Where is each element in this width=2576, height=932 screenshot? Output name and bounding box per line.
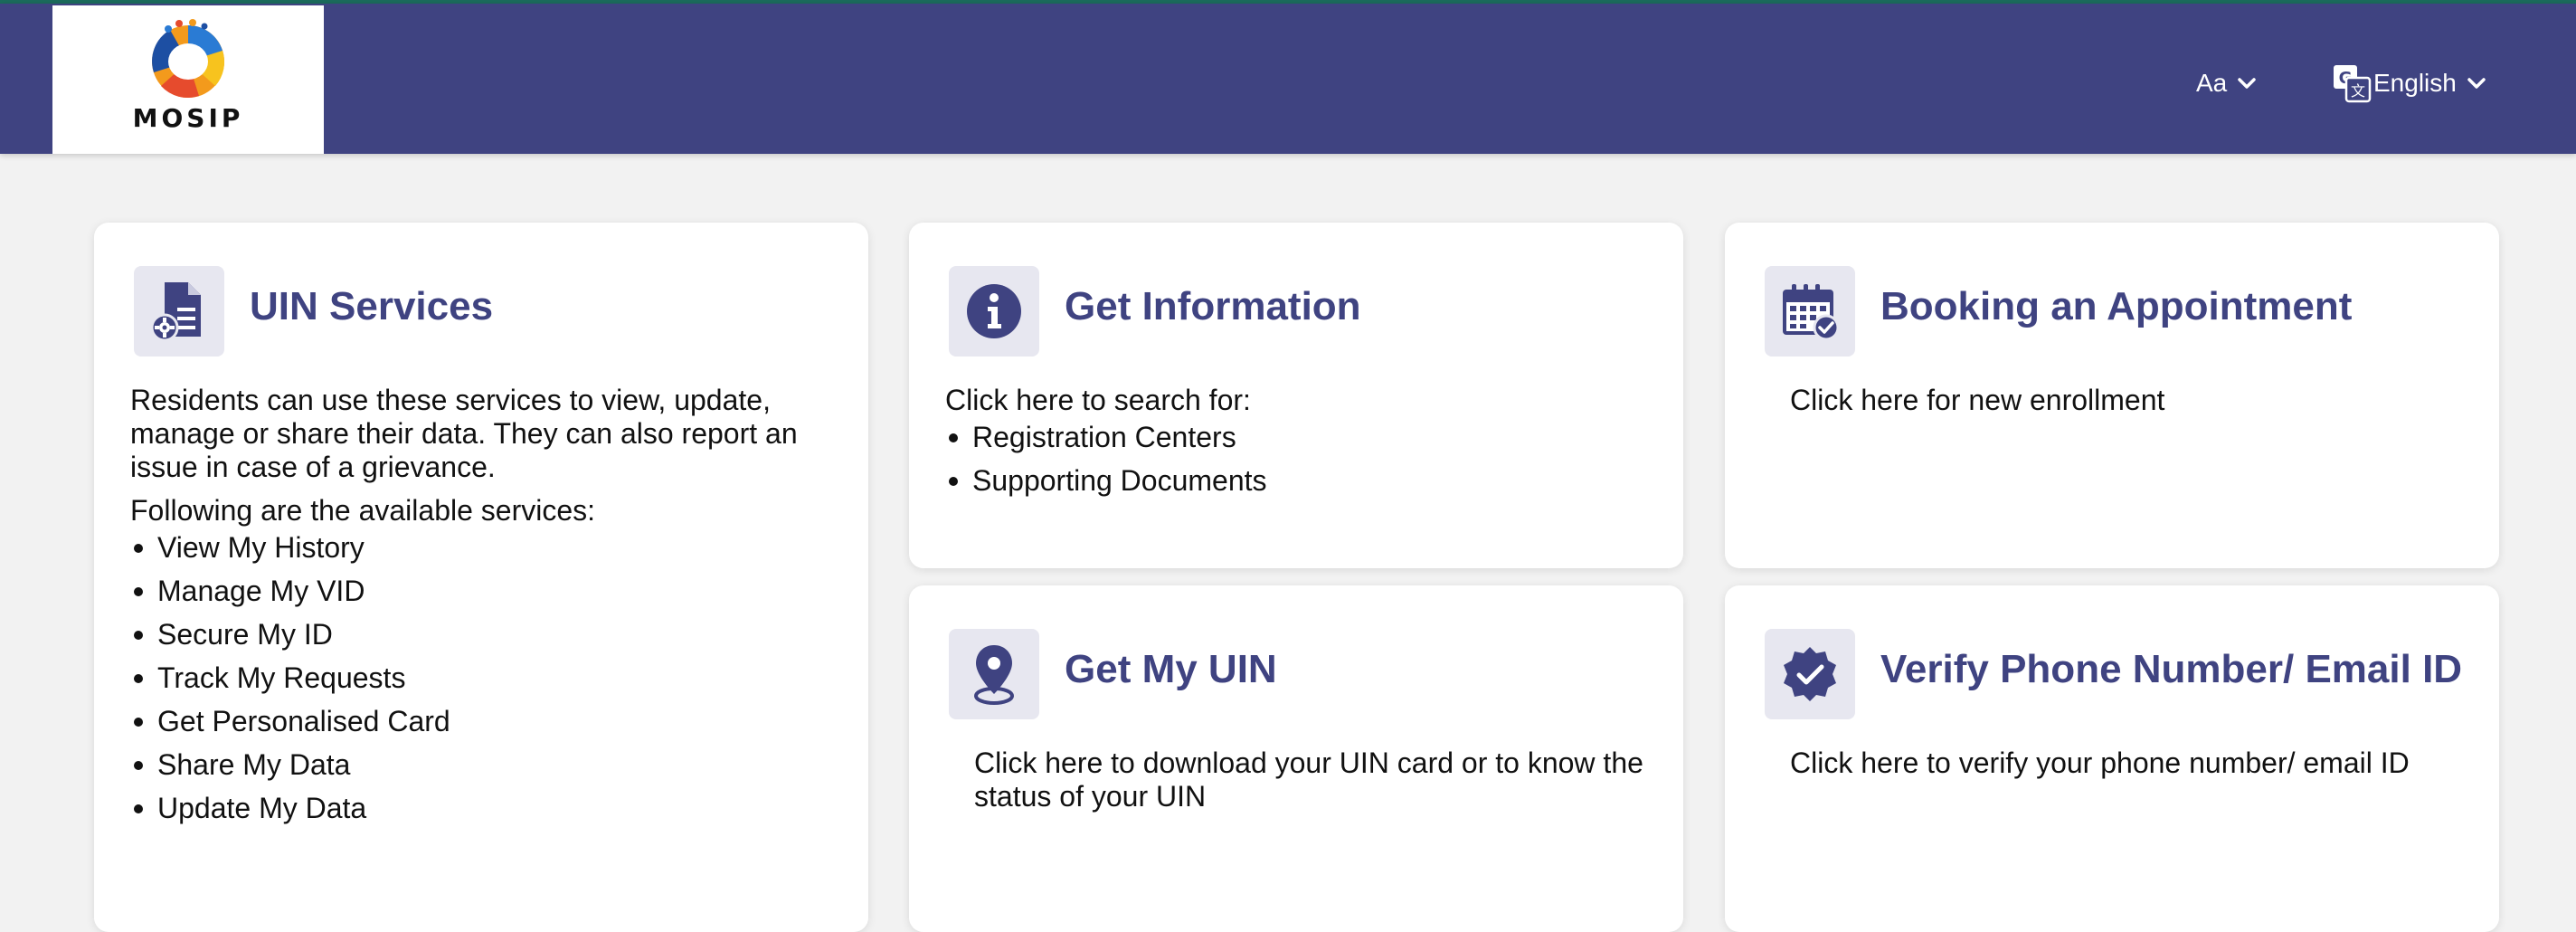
mosip-logo[interactable]: MOSIP: [52, 5, 324, 154]
list-item: Get Personalised Card: [130, 705, 836, 748]
font-size-selector[interactable]: Aa: [2196, 63, 2261, 103]
translate-icon: G 文: [2334, 65, 2372, 103]
card-description: Click here to search for:: [945, 384, 1251, 416]
uin-services-card[interactable]: UIN Services Residents can use these ser…: [94, 223, 868, 932]
verified-badge-icon: [1784, 647, 1836, 701]
get-information-card[interactable]: Get Information Click here to search for…: [909, 223, 1683, 568]
search-options-list: Registration Centers Supporting Document…: [945, 421, 1651, 508]
card-description: Click here to download your UIN card or …: [974, 747, 1643, 813]
chevron-down-icon: [2238, 78, 2256, 89]
card-body: Residents can use these services to view…: [130, 384, 836, 835]
card-title: Verify Phone Number/ Email ID: [1880, 647, 2463, 691]
font-size-label: Aa: [2196, 69, 2228, 97]
card-description: Residents can use these services to view…: [130, 384, 798, 483]
document-gear-icon: [150, 282, 201, 342]
uin-services-icon-box: [134, 266, 224, 357]
list-item: Update My Data: [130, 792, 836, 835]
chevron-down-icon: [2467, 78, 2486, 89]
get-my-uin-icon-box: [949, 629, 1039, 719]
card-body: Click here for new enrollment: [1790, 384, 2477, 417]
calendar-check-icon: [1783, 284, 1840, 341]
list-item: Share My Data: [130, 748, 836, 792]
list-item: Secure My ID: [130, 618, 836, 661]
info-icon: [967, 284, 1021, 338]
mosip-logo-icon: [152, 19, 225, 98]
verify-icon-box: [1765, 629, 1855, 719]
list-item: Manage My VID: [130, 575, 836, 618]
get-information-icon-box: [949, 266, 1039, 357]
svg-text:文: 文: [2351, 82, 2365, 100]
card-description: Click here for new enrollment: [1790, 384, 2165, 416]
card-title: UIN Services: [250, 284, 494, 328]
card-body: Click here to search for: Registration C…: [945, 384, 1651, 508]
get-my-uin-card[interactable]: Get My UIN Click here to download your U…: [909, 585, 1683, 932]
location-pin-icon: [974, 645, 1014, 705]
card-title: Booking an Appointment: [1880, 284, 2353, 328]
list-item: Supporting Documents: [945, 464, 1651, 508]
booking-appointment-card[interactable]: Booking an Appointment Click here for ne…: [1725, 223, 2499, 568]
card-title: Get Information: [1065, 284, 1361, 328]
card-body: Click here to download your UIN card or …: [974, 747, 1643, 813]
list-item: View My History: [130, 531, 836, 575]
verify-contact-card[interactable]: Verify Phone Number/ Email ID Click here…: [1725, 585, 2499, 932]
logo-text: MOSIP: [132, 103, 244, 133]
card-title: Get My UIN: [1065, 647, 1277, 691]
services-list: View My History Manage My VID Secure My …: [130, 531, 836, 835]
card-body: Click here to verify your phone number/ …: [1790, 747, 2477, 780]
list-item: Registration Centers: [945, 421, 1651, 464]
booking-icon-box: [1765, 266, 1855, 357]
card-description: Click here to verify your phone number/ …: [1790, 747, 2410, 779]
app-header: MOSIP Aa G 文 English: [0, 4, 2576, 154]
list-item: Track My Requests: [130, 661, 836, 705]
language-selector[interactable]: G 文 English: [2332, 63, 2491, 103]
services-intro: Following are the available services:: [130, 494, 596, 527]
language-label: English: [2373, 69, 2457, 97]
